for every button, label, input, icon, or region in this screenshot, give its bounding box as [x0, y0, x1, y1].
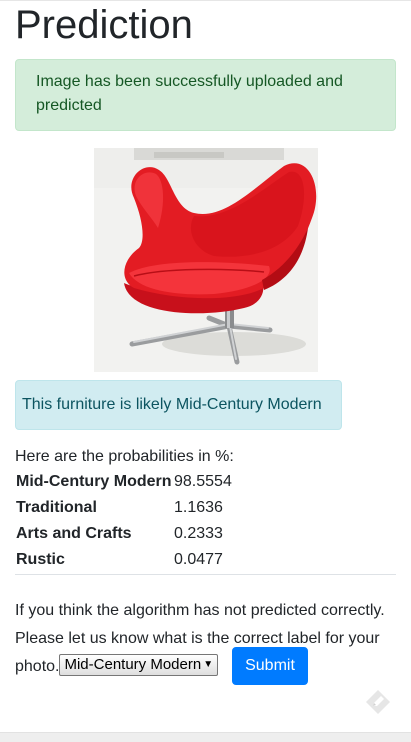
submit-button[interactable]: Submit	[232, 647, 308, 685]
prediction-result-alert: This furniture is likely Mid-Century Mod…	[15, 380, 342, 430]
probabilities-table: Mid-Century Modern 98.5554 Traditional 1…	[15, 469, 396, 573]
feedback-form: If you think the algorithm has not predi…	[15, 597, 400, 681]
page-title: Prediction	[15, 3, 193, 47]
probability-value: 0.2333	[174, 525, 223, 542]
red-chair-photo	[94, 148, 318, 372]
table-row: Traditional 1.1636	[15, 495, 396, 521]
probability-label: Rustic	[16, 551, 65, 568]
probability-value: 0.0477	[174, 551, 223, 568]
table-row: Arts and Crafts 0.2333	[15, 521, 396, 547]
pencil-icon[interactable]	[365, 689, 391, 715]
probability-label: Traditional	[16, 499, 97, 516]
uploaded-furniture-image	[94, 148, 318, 372]
divider	[15, 574, 396, 575]
correct-label-select[interactable]: Mid-Century Modern ▼	[59, 653, 219, 676]
chevron-down-icon: ▼	[203, 658, 214, 670]
probability-label: Arts and Crafts	[16, 525, 132, 542]
probability-label: Mid-Century Modern	[16, 473, 172, 490]
success-alert: Image has been successfully uploaded and…	[15, 59, 396, 131]
select-value: Mid-Century Modern	[64, 655, 202, 673]
probabilities-intro: Here are the probabilities in %:	[15, 448, 234, 465]
table-row: Mid-Century Modern 98.5554	[15, 469, 396, 495]
probability-value: 1.1636	[174, 499, 223, 516]
table-row: Rustic 0.0477	[15, 547, 396, 573]
probability-value: 98.5554	[174, 473, 232, 490]
